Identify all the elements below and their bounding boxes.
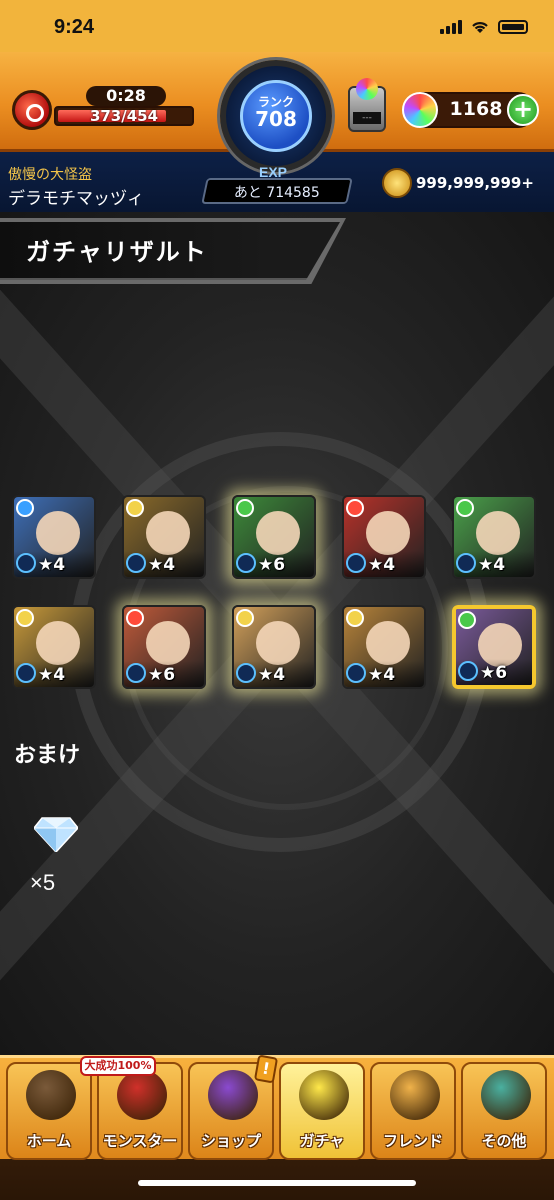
element-fire-icon bbox=[126, 609, 144, 627]
result-card[interactable]: ★4 bbox=[232, 605, 316, 689]
page-title: ガチャリザルト bbox=[26, 238, 208, 266]
status-time: 9:24 bbox=[54, 16, 95, 38]
nav-label: その他 bbox=[481, 1132, 527, 1150]
card-rarity: ★4 bbox=[38, 555, 66, 575]
nav-home[interactable]: ホーム bbox=[6, 1062, 92, 1160]
battery-icon bbox=[498, 20, 528, 34]
shop-alert-badge: ! bbox=[253, 1054, 279, 1084]
friend-icon bbox=[390, 1070, 440, 1120]
nav-label: ショップ bbox=[200, 1132, 261, 1150]
box-label: --- bbox=[353, 112, 381, 124]
element-wood-icon bbox=[456, 499, 474, 517]
card-rarity: ★4 bbox=[38, 665, 66, 685]
result-card[interactable]: ★6 bbox=[232, 495, 316, 579]
orb-box-icon[interactable]: --- bbox=[348, 78, 386, 132]
nav-label: フレンド bbox=[382, 1132, 443, 1150]
luck-badge-icon bbox=[126, 663, 146, 683]
luck-badge-icon bbox=[346, 553, 366, 573]
luck-badge-icon bbox=[236, 553, 256, 573]
gacha-result-area: ガチャリザルト ★4 ★4 ★6 ★4 ★4 ★4 ★6 ★4 ★4 ★6 おまけ ×5 bbox=[0, 212, 554, 1055]
result-card[interactable]: ★4 bbox=[342, 605, 426, 689]
status-bar: 9:24 bbox=[0, 0, 554, 52]
element-water-icon bbox=[16, 499, 34, 517]
monster-tag-badge: 大成功100% bbox=[80, 1056, 156, 1076]
luck-badge-icon bbox=[346, 663, 366, 683]
nav-gacha[interactable]: ガチャ bbox=[279, 1062, 365, 1160]
signal-icon bbox=[440, 20, 462, 34]
exp-box: あと 714585 bbox=[201, 178, 353, 204]
other-icon bbox=[481, 1070, 531, 1120]
nav-label: ホーム bbox=[26, 1132, 72, 1150]
stamina-timer: 0:28 bbox=[86, 86, 166, 106]
luck-badge-icon bbox=[458, 661, 478, 681]
bonus-title: おまけ bbox=[14, 743, 81, 768]
coin-value: 999,999,999+ bbox=[416, 174, 534, 192]
result-card[interactable]: ★4 bbox=[342, 495, 426, 579]
nav-label: ガチャ bbox=[299, 1132, 345, 1150]
home-indicator bbox=[138, 1180, 416, 1186]
card-rarity: ★4 bbox=[478, 555, 506, 575]
card-rarity: ★4 bbox=[368, 555, 396, 575]
card-rarity: ★6 bbox=[258, 555, 286, 575]
element-light-icon bbox=[346, 609, 364, 627]
luck-badge-icon bbox=[456, 553, 476, 573]
luck-badge-icon bbox=[16, 553, 36, 573]
result-card[interactable]: ★6 bbox=[122, 605, 206, 689]
bottom-nav: その他 フレンド ガチャ ショップ モンスター ホーム 大成功100% ! bbox=[0, 1054, 554, 1200]
coin-icon bbox=[382, 168, 412, 198]
stamina-icon bbox=[12, 90, 52, 130]
nav-monster[interactable]: モンスター bbox=[97, 1062, 183, 1160]
element-light-icon bbox=[16, 609, 34, 627]
element-light-icon bbox=[126, 499, 144, 517]
rank-badge[interactable]: ランク 708 bbox=[220, 60, 332, 172]
nav-label: モンスター bbox=[102, 1132, 178, 1150]
result-card[interactable]: ★4 bbox=[452, 495, 536, 579]
card-rarity: ★6 bbox=[480, 663, 508, 683]
card-rarity: ★6 bbox=[148, 665, 176, 685]
luck-badge-icon bbox=[236, 663, 256, 683]
result-card[interactable]: ★6 bbox=[452, 605, 536, 689]
nav-other[interactable]: その他 bbox=[461, 1062, 547, 1160]
result-card[interactable]: ★4 bbox=[12, 605, 96, 689]
element-wood-icon bbox=[458, 611, 476, 629]
monster-icon bbox=[117, 1070, 167, 1120]
luck-badge-icon bbox=[16, 663, 36, 683]
nav-friend[interactable]: フレンド bbox=[370, 1062, 456, 1160]
card-rarity: ★4 bbox=[148, 555, 176, 575]
player-title: 傲慢の大怪盗 bbox=[8, 167, 92, 183]
exp-remaining: あと 714585 bbox=[233, 185, 320, 201]
rank-value: 708 bbox=[255, 107, 297, 131]
result-card[interactable]: ★4 bbox=[12, 495, 96, 579]
diamond-icon bbox=[34, 817, 78, 852]
stamina-value: 373/454 bbox=[89, 107, 159, 125]
element-wood-icon bbox=[236, 499, 254, 517]
shop-orb-icon bbox=[208, 1070, 258, 1120]
player-name: デラモチマッヅィ bbox=[8, 189, 144, 209]
add-orb-button[interactable]: + bbox=[507, 94, 539, 126]
result-card[interactable]: ★4 bbox=[122, 495, 206, 579]
gacha-icon bbox=[299, 1070, 349, 1120]
home-icon bbox=[26, 1070, 76, 1120]
orb-icon bbox=[402, 92, 438, 128]
wifi-icon bbox=[472, 22, 488, 33]
card-rarity: ★4 bbox=[258, 665, 286, 685]
element-light-icon bbox=[236, 609, 254, 627]
bonus-count: ×5 bbox=[30, 870, 56, 895]
status-icons bbox=[440, 20, 528, 34]
orb-count: 1168 bbox=[449, 98, 503, 120]
element-fire-icon bbox=[346, 499, 364, 517]
stamina-bar: 373/454 bbox=[54, 106, 194, 126]
luck-badge-icon bbox=[126, 553, 146, 573]
card-rarity: ★4 bbox=[368, 665, 396, 685]
